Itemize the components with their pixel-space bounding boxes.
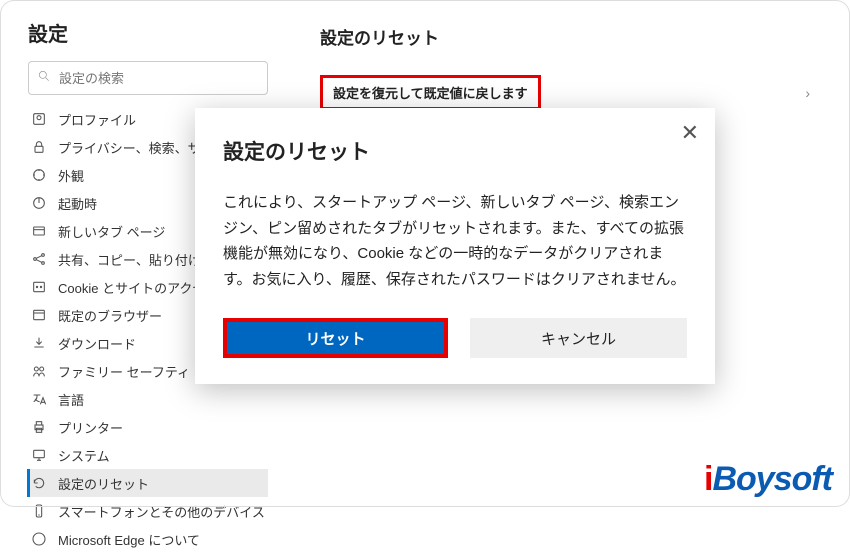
browser-icon xyxy=(30,306,48,324)
profile-icon xyxy=(30,110,48,128)
cookie-icon xyxy=(30,278,48,296)
reset-button-highlight: リセット xyxy=(223,318,448,358)
settings-title: 設定 xyxy=(28,18,268,47)
sidebar-item-reset[interactable]: 設定のリセット xyxy=(27,469,268,497)
sidebar-item-printers[interactable]: プリンター xyxy=(28,413,268,441)
dialog-body: これにより、スタートアップ ページ、新しいタブ ページ、検索エンジン、ピン留めさ… xyxy=(223,190,687,292)
sidebar-item-label: プロファイル xyxy=(58,110,136,129)
cancel-button[interactable]: キャンセル xyxy=(470,318,687,358)
phone-icon xyxy=(30,502,48,520)
sidebar-item-label: 設定のリセット xyxy=(58,474,149,493)
sidebar-item-about[interactable]: Microsoft Edge について xyxy=(28,525,268,553)
chevron-right-icon: › xyxy=(805,85,810,101)
share-icon xyxy=(30,250,48,268)
language-icon xyxy=(30,390,48,408)
sidebar-item-label: Microsoft Edge について xyxy=(58,530,200,549)
sidebar-item-label: ダウンロード xyxy=(58,334,136,353)
sidebar-item-label: 既定のブラウザー xyxy=(58,306,162,325)
sidebar-item-label: 起動時 xyxy=(58,194,97,213)
appearance-icon xyxy=(30,166,48,184)
printer-icon xyxy=(30,418,48,436)
search-icon xyxy=(37,69,51,88)
download-icon xyxy=(30,334,48,352)
sidebar-item-phone[interactable]: スマートフォンとその他のデバイス xyxy=(28,497,268,525)
reset-settings-label: 設定を復元して既定値に戻します xyxy=(320,75,541,110)
sidebar-item-label: 新しいタブ ページ xyxy=(58,222,165,241)
sidebar-item-label: 外観 xyxy=(58,166,84,185)
power-icon xyxy=(30,194,48,212)
sidebar-item-label: 共有、コピー、貼り付け xyxy=(58,250,201,269)
reset-confirm-dialog: ✕ 設定のリセット これにより、スタートアップ ページ、新しいタブ ページ、検索… xyxy=(195,108,715,384)
reset-button[interactable]: リセット xyxy=(227,322,444,354)
sidebar-item-system[interactable]: システム xyxy=(28,441,268,469)
sidebar-item-label: システム xyxy=(58,446,110,465)
close-icon[interactable]: ✕ xyxy=(681,122,699,144)
sidebar-item-label: 言語 xyxy=(58,390,84,409)
search-input[interactable] xyxy=(59,71,259,86)
watermark-logo: iBoysoft xyxy=(704,460,832,499)
newtab-icon xyxy=(30,222,48,240)
dialog-title: 設定のリセット xyxy=(223,136,687,166)
sidebar-item-label: プリンター xyxy=(58,418,123,437)
search-input-wrap[interactable] xyxy=(28,61,268,95)
family-icon xyxy=(30,362,48,380)
about-icon xyxy=(30,530,48,548)
sidebar-item-languages[interactable]: 言語 xyxy=(28,385,268,413)
sidebar-item-label: ファミリー セーフティ xyxy=(58,362,190,381)
reset-icon xyxy=(30,474,48,492)
system-icon xyxy=(30,446,48,464)
lock-icon xyxy=(30,138,48,156)
sidebar-item-label: スマートフォンとその他のデバイス xyxy=(58,502,265,521)
page-heading: 設定のリセット xyxy=(320,24,840,49)
